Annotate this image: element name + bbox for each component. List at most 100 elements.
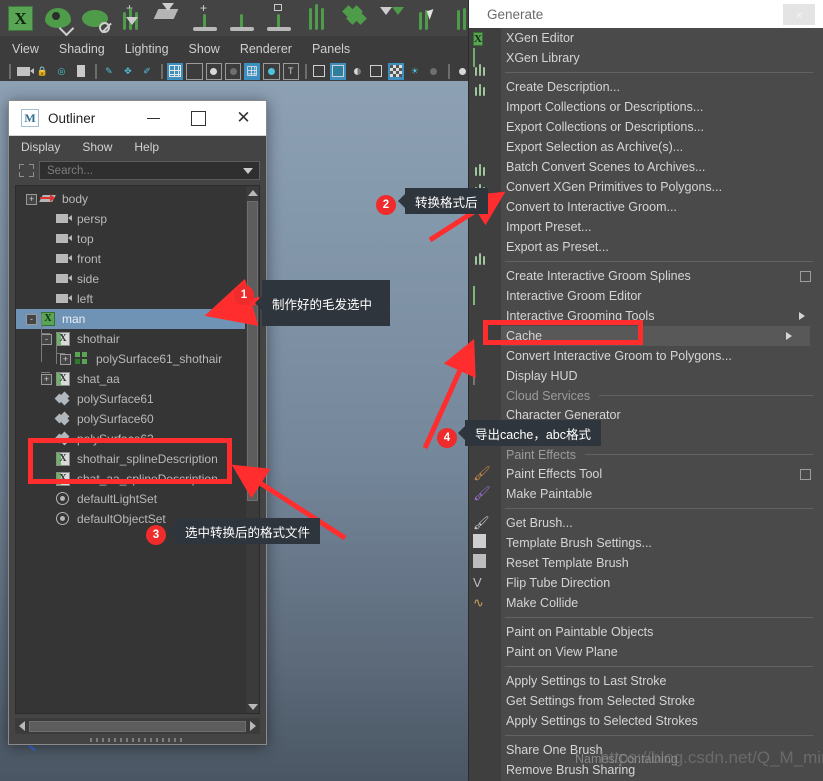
- hscrollbar-thumb[interactable]: [29, 720, 246, 732]
- menu-item-convert-interactive-groom-to-polygons[interactable]: Convert Interactive Groom to Polygons...: [501, 346, 823, 366]
- scroll-right-button[interactable]: [250, 721, 256, 731]
- outliner-menu-help[interactable]: Help: [134, 140, 159, 154]
- menu-item-make-paintable[interactable]: Make Paintable: [501, 484, 823, 504]
- menu-item-convert-to-interactive-groom[interactable]: Convert to Interactive Groom...: [501, 197, 823, 217]
- lights-icon[interactable]: ☀: [407, 63, 423, 80]
- menu-item-xgen-editor[interactable]: XGen Editor: [501, 28, 823, 48]
- outliner-item-persp[interactable]: persp: [16, 209, 245, 229]
- xgen-mirror-icon[interactable]: [372, 1, 409, 35]
- menu-item-import-preset[interactable]: Import Preset...: [501, 217, 823, 237]
- paint-icon[interactable]: ✎: [101, 63, 117, 80]
- xgen-preview-icon[interactable]: [39, 1, 76, 36]
- lock-camera-icon[interactable]: 🔒: [34, 63, 50, 80]
- outliner-item-left[interactable]: left: [16, 289, 245, 309]
- resize-grip[interactable]: [89, 738, 186, 742]
- shade-wireframe-icon[interactable]: [349, 63, 365, 80]
- generate-menu-title-bar[interactable]: Generate ×: [469, 0, 823, 28]
- camera-icon[interactable]: [15, 63, 34, 80]
- menu-item-paint-effects-tool[interactable]: Paint Effects Tool: [501, 464, 823, 484]
- menu-item-reset-template-brush[interactable]: Reset Template Brush: [501, 553, 823, 573]
- outliner-search-row[interactable]: Search...: [9, 158, 266, 183]
- outliner-item-body[interactable]: + body: [16, 189, 245, 209]
- menu-item-create-description[interactable]: Create Description...: [501, 77, 823, 97]
- viewport-menu-renderer[interactable]: Renderer: [240, 42, 292, 56]
- viewport-icon-toolbar[interactable]: 🔒 ◎ ✎ ✥ ✐ T ☀: [0, 61, 470, 81]
- viewport-menu-lighting[interactable]: Lighting: [125, 42, 169, 56]
- menu-item-apply-settings-to-selected-strokes[interactable]: Apply Settings to Selected Strokes: [501, 711, 823, 731]
- bookmark-icon[interactable]: [72, 63, 88, 80]
- film-origin-icon[interactable]: [244, 62, 261, 80]
- xgen-clump-icon[interactable]: [446, 1, 470, 35]
- keyframe-icon[interactable]: ✥: [120, 63, 136, 80]
- outliner-item-top[interactable]: top: [16, 229, 245, 249]
- outliner-item-shothair[interactable]: - Xshothair: [16, 329, 245, 349]
- maximize-button[interactable]: [176, 101, 221, 135]
- menu-item-paint-on-paintable-objects[interactable]: Paint on Paintable Objects: [501, 622, 823, 642]
- xgen-splines-icon[interactable]: [298, 1, 335, 35]
- outliner-item-polysurface61[interactable]: polySurface61: [16, 389, 245, 409]
- image-plane-icon[interactable]: [263, 62, 280, 80]
- xgen-guide-icon[interactable]: [224, 1, 261, 35]
- outliner-vertical-scrollbar[interactable]: [246, 186, 259, 713]
- menu-item-batch-convert-scenes-to-archives[interactable]: Batch Convert Scenes to Archives...: [501, 157, 823, 177]
- menu-item-convert-xgen-primitives-to-polygons[interactable]: Convert XGen Primitives to Polygons...: [501, 177, 823, 197]
- menu-item-interactive-groom-editor[interactable]: Interactive Groom Editor: [501, 286, 823, 306]
- xgen-add-description-icon[interactable]: +: [113, 1, 150, 35]
- menu-item-get-brush[interactable]: Get Brush...: [501, 513, 823, 533]
- close-icon[interactable]: ×: [783, 4, 815, 25]
- gate-mask-icon[interactable]: [224, 62, 242, 80]
- scroll-down-button[interactable]: [246, 700, 259, 713]
- close-icon[interactable]: ✕: [221, 101, 266, 135]
- menu-item-apply-settings-to-last-stroke[interactable]: Apply Settings to Last Stroke: [501, 671, 823, 691]
- menu-item-make-collide[interactable]: Make Collide: [501, 593, 823, 613]
- outliner-item-polysurface62[interactable]: polySurface62: [16, 429, 245, 449]
- camera-attributes-icon[interactable]: ◎: [53, 63, 69, 80]
- viewport-menu-panels[interactable]: Panels: [312, 42, 350, 56]
- expander-toggle[interactable]: +: [26, 193, 37, 205]
- outliner-item-polysurface60[interactable]: polySurface60: [16, 409, 245, 429]
- generate-menu-window[interactable]: Generate × X 🖌 🖌 🖌 V ∿ XGen Editor XGen Librar…: [468, 0, 823, 781]
- outliner-title-bar[interactable]: M Outliner ✕: [9, 101, 266, 136]
- shadows-icon[interactable]: [426, 63, 442, 80]
- outliner-item-shat-aa[interactable]: + Xshat_aa: [16, 369, 245, 389]
- outliner-window[interactable]: M Outliner ✕ Display Show Help Search...…: [8, 100, 267, 745]
- outliner-menu-show[interactable]: Show: [82, 140, 112, 154]
- xgen-hide-icon[interactable]: [76, 1, 113, 35]
- menu-item-paint-on-view-plane[interactable]: Paint on View Plane: [501, 642, 823, 662]
- menu-item-export-as-preset[interactable]: Export as Preset...: [501, 237, 823, 257]
- search-input[interactable]: Search...: [39, 161, 260, 180]
- xgen-region-icon[interactable]: [261, 1, 298, 35]
- outliner-item-defaultlightset[interactable]: defaultLightSet: [16, 489, 245, 509]
- menu-item-flip-tube-direction[interactable]: Flip Tube Direction: [501, 573, 823, 593]
- xgen-logo-icon[interactable]: X: [2, 1, 39, 35]
- outliner-item-shat-aa-splinedescription[interactable]: Xshat_aa_splineDescription: [16, 469, 245, 489]
- xgen-select-guides-icon[interactable]: [409, 1, 446, 35]
- film-gate-icon[interactable]: [186, 62, 203, 80]
- menu-item-interactive-grooming-tools[interactable]: Interactive Grooming Tools: [501, 306, 823, 326]
- expander-toggle[interactable]: +: [60, 353, 71, 365]
- menu-item-display-hud[interactable]: Display HUD: [501, 366, 823, 386]
- text-overlay-icon[interactable]: T: [282, 62, 299, 80]
- grid-toggle-icon[interactable]: [167, 62, 184, 80]
- minimize-button[interactable]: [131, 101, 176, 135]
- expander-toggle[interactable]: -: [26, 313, 37, 325]
- chevron-down-icon[interactable]: [243, 167, 253, 174]
- outliner-item-front[interactable]: front: [16, 249, 245, 269]
- outliner-menu-display[interactable]: Display: [21, 140, 60, 154]
- viewport-menu-shading[interactable]: Shading: [59, 42, 105, 56]
- outliner-menu-bar[interactable]: Display Show Help: [9, 136, 266, 158]
- menu-item-create-interactive-groom-splines[interactable]: Create Interactive Groom Splines: [501, 266, 823, 286]
- menu-item-import-collections-or-descriptions[interactable]: Import Collections or Descriptions...: [501, 97, 823, 117]
- xgen-card-icon[interactable]: [150, 1, 187, 35]
- xgen-layers-icon[interactable]: [335, 1, 372, 35]
- viewport-menu-bar[interactable]: View Shading Lighting Show Renderer Pane…: [0, 36, 470, 62]
- menu-item-xgen-library[interactable]: XGen Library: [501, 48, 823, 68]
- xgen-shelf[interactable]: X + +: [0, 0, 470, 36]
- outliner-item-side[interactable]: side: [16, 269, 245, 289]
- option-box-icon[interactable]: [800, 468, 811, 480]
- scrollbar-thumb[interactable]: [247, 201, 258, 501]
- smooth-shade-icon[interactable]: [330, 62, 347, 80]
- expander-toggle[interactable]: +: [41, 373, 52, 385]
- menu-item-template-brush-settings[interactable]: Template Brush Settings...: [501, 533, 823, 553]
- option-box-icon[interactable]: [800, 270, 811, 282]
